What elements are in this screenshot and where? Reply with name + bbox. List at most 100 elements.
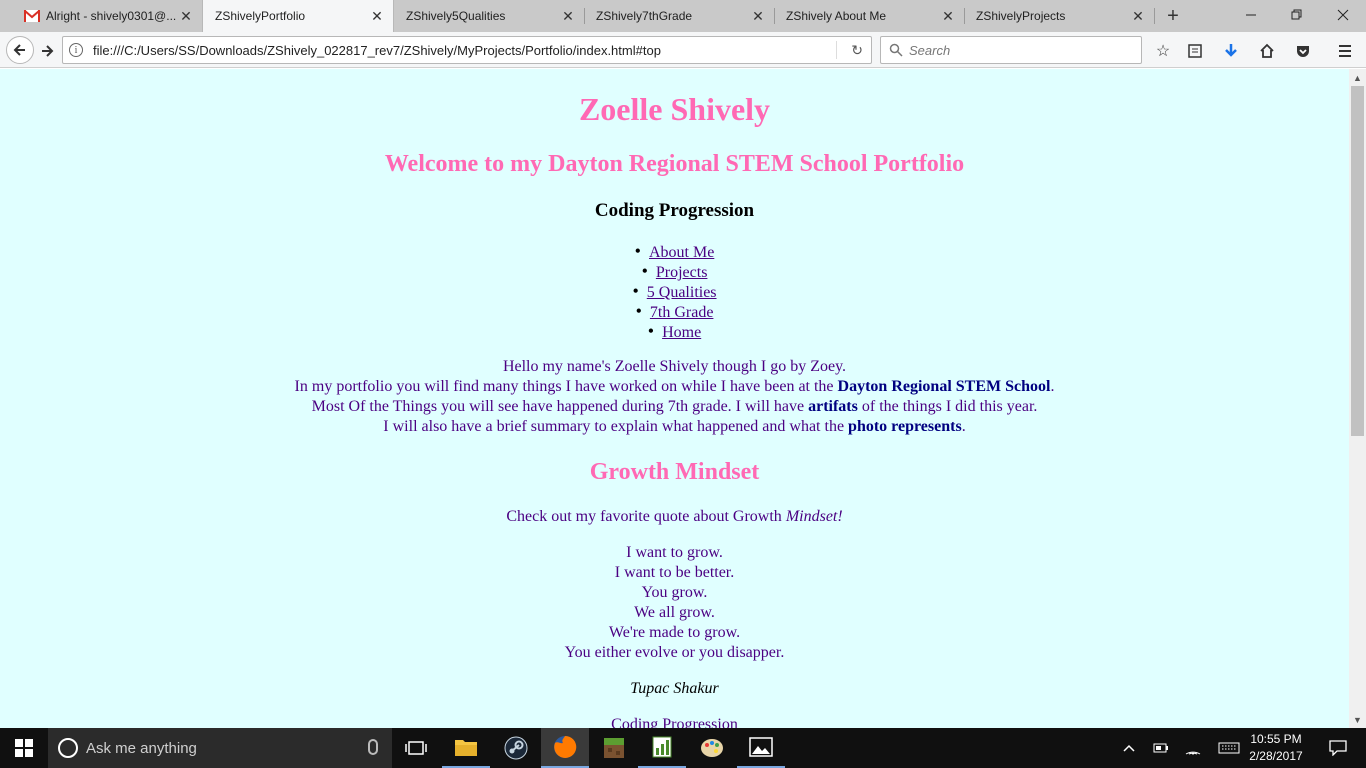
back-arrow-icon	[13, 44, 25, 56]
firefox-button[interactable]	[541, 728, 589, 768]
battery-icon[interactable]	[1150, 728, 1172, 768]
quote-block: I want to grow. I want to be better. You…	[0, 543, 1349, 663]
windows-logo-icon	[15, 739, 33, 757]
search-placeholder: Search	[909, 43, 951, 58]
tab-5qualities[interactable]: ZShively5Qualities ✕	[394, 0, 584, 32]
bookmark-star-icon[interactable]: ☆	[1152, 40, 1174, 62]
intro-line: I will also have a brief summary to expl…	[0, 417, 1349, 437]
nav-list-item: 7th Grade	[0, 301, 1349, 321]
hamburger-icon	[1339, 45, 1351, 57]
firefox-icon	[554, 735, 577, 758]
tab-portfolio[interactable]: ZShivelyPortfolio ✕	[202, 0, 394, 32]
nav-list-item: About Me	[0, 241, 1349, 261]
url-text[interactable]: file:///C:/Users/SS/Downloads/ZShively_0…	[93, 43, 661, 58]
nav-list-item: Home	[0, 321, 1349, 341]
download-icon[interactable]	[1220, 40, 1242, 62]
quote-intro-text: Check out my favorite quote about Growth	[506, 508, 786, 525]
nav-link-about-me[interactable]: About Me	[649, 244, 714, 261]
minecraft-icon	[604, 738, 624, 758]
forward-button[interactable]	[36, 40, 58, 62]
steam-icon	[504, 736, 528, 760]
system-clock[interactable]: 10:55 PM 2/28/2017	[1240, 731, 1312, 765]
tab-title: Alright - shively0301@...	[46, 9, 177, 23]
tab-close-icon[interactable]: ✕	[560, 8, 576, 24]
intro-line: In my portfolio you will find many thing…	[0, 377, 1349, 397]
home-icon[interactable]	[1256, 40, 1278, 62]
battery-glyph-icon	[1153, 743, 1168, 753]
close-window-button[interactable]	[1320, 0, 1366, 30]
info-icon[interactable]: i	[69, 43, 83, 57]
scroll-thumb[interactable]	[1351, 86, 1364, 436]
cortana-search-box[interactable]: Ask me anything	[48, 728, 392, 768]
navigation-toolbar: i file:///C:/Users/SS/Downloads/ZShively…	[0, 32, 1366, 68]
scroll-up-icon[interactable]: ▲	[1349, 69, 1366, 86]
page-scrollbar[interactable]: ▲ ▼	[1349, 69, 1366, 728]
quote-intro: Check out my favorite quote about Growth…	[0, 507, 1349, 527]
chart-app-icon	[652, 736, 672, 758]
photos-icon	[749, 737, 773, 757]
action-center-button[interactable]	[1318, 728, 1358, 768]
restore-icon	[1291, 9, 1302, 20]
quote-author: Tupac Shakur	[630, 680, 719, 697]
intro-bold-text: artifats	[808, 398, 858, 415]
cortana-icon	[58, 738, 78, 758]
tab-close-icon[interactable]: ✕	[940, 8, 956, 24]
reader-list-icon[interactable]	[1184, 40, 1206, 62]
quote-line: I want to grow.	[626, 544, 723, 561]
intro-line: Most Of the Things you will see have hap…	[0, 397, 1349, 417]
reload-icon[interactable]: ↻	[851, 42, 863, 59]
gmail-icon	[24, 10, 40, 22]
page-viewport: Zoelle Shively Welcome to my Dayton Regi…	[0, 69, 1349, 728]
spreadsheet-app-button[interactable]	[638, 728, 686, 768]
tab-close-icon[interactable]: ✕	[1130, 8, 1146, 24]
quote-line: You either evolve or you disapper.	[564, 644, 785, 661]
photos-button[interactable]	[737, 728, 785, 768]
tab-strip: Alright - shively0301@... ✕ ZShivelyPort…	[0, 0, 1366, 32]
tab-close-icon[interactable]: ✕	[750, 8, 766, 24]
wifi-icon[interactable]	[1182, 728, 1204, 768]
tab-projects[interactable]: ZShivelyProjects ✕	[964, 0, 1154, 32]
start-button[interactable]	[0, 728, 48, 768]
minimize-button[interactable]	[1228, 0, 1274, 30]
back-button[interactable]	[6, 36, 34, 64]
download-arrow-icon	[1225, 44, 1237, 57]
wifi-glyph-icon	[1185, 751, 1201, 755]
url-bar[interactable]: i file:///C:/Users/SS/Downloads/ZShively…	[62, 36, 872, 64]
keyboard-glyph-icon	[1218, 742, 1240, 754]
quote-intro-emphasis: Mindset!	[785, 508, 843, 525]
nav-link-home[interactable]: Home	[662, 324, 701, 341]
new-tab-button[interactable]: +	[1158, 4, 1188, 28]
cortana-search-text: Ask me anything	[86, 739, 197, 757]
minecraft-button[interactable]	[590, 728, 638, 768]
microphone-icon[interactable]	[368, 739, 378, 755]
steam-button[interactable]	[492, 728, 540, 768]
tab-gmail[interactable]: Alright - shively0301@... ✕	[12, 0, 202, 32]
home-house-icon	[1260, 43, 1274, 58]
nav-list: About Me Projects 5 Qualities 7th Grade …	[0, 241, 1349, 341]
search-bar[interactable]: Search	[880, 36, 1142, 64]
pocket-shield-icon	[1297, 46, 1309, 57]
restore-button[interactable]	[1274, 0, 1320, 30]
paint-button[interactable]	[688, 728, 736, 768]
task-view-button[interactable]	[392, 728, 440, 768]
file-explorer-button[interactable]	[442, 728, 490, 768]
tab-close-icon[interactable]: ✕	[178, 8, 194, 24]
page-subtitle: Welcome to my Dayton Regional STEM Schoo…	[384, 151, 965, 177]
nav-link-7th-grade[interactable]: 7th Grade	[650, 304, 714, 321]
nav-link-5-qualities[interactable]: 5 Qualities	[647, 284, 717, 301]
tray-overflow-icon[interactable]	[1118, 728, 1140, 768]
tab-7thgrade[interactable]: ZShively7thGrade ✕	[584, 0, 774, 32]
tab-close-icon[interactable]: ✕	[369, 8, 385, 24]
intro-text: Most Of the Things you will see have hap…	[311, 398, 809, 415]
search-icon	[889, 43, 903, 57]
task-view-icon	[405, 741, 427, 755]
quote-line: I want to be better.	[614, 564, 735, 581]
pocket-icon[interactable]	[1292, 40, 1314, 62]
tab-aboutme[interactable]: ZShively About Me ✕	[774, 0, 964, 32]
scroll-down-icon[interactable]: ▼	[1349, 711, 1366, 728]
menu-icon[interactable]	[1334, 40, 1356, 62]
nav-link-projects[interactable]: Projects	[656, 264, 708, 281]
tab-title: ZShivelyPortfolio	[215, 9, 306, 23]
intro-bold-text: photo represents	[848, 418, 962, 435]
minimize-icon	[1246, 14, 1256, 16]
